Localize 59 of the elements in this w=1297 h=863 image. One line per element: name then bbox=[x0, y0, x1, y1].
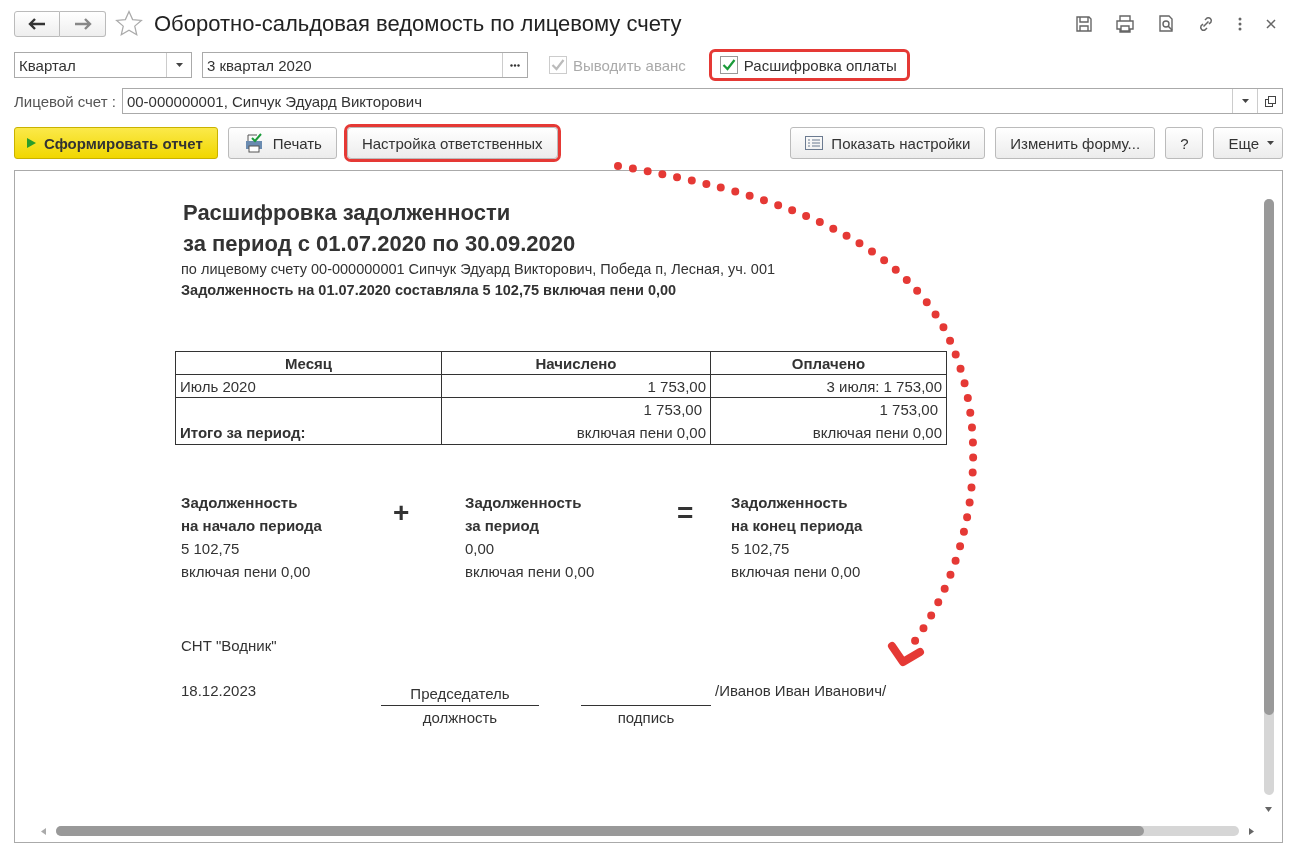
checkbox[interactable] bbox=[719, 56, 738, 74]
total-paid-cell: 1 753,00 включая пени 0,00 bbox=[710, 397, 947, 445]
arrow-right-icon bbox=[73, 18, 92, 30]
checkbox-option[interactable]: Расшифровка оплаты bbox=[708, 49, 910, 81]
column-header: Месяц bbox=[175, 351, 442, 375]
star-icon[interactable] bbox=[114, 9, 144, 39]
report-date: 18.12.2023 bbox=[181, 682, 258, 699]
account-field[interactable]: 00-000000001, Сипчук Эдуард Викторович bbox=[121, 88, 1283, 114]
organization-name: СНТ "Водник" bbox=[181, 637, 278, 654]
period-type-select[interactable]: Квартал bbox=[14, 52, 192, 78]
operator-sign: = bbox=[677, 496, 695, 530]
scroll-down-icon[interactable] bbox=[1265, 807, 1272, 812]
field-label: Лицевой счет : bbox=[14, 92, 116, 110]
preview-icon[interactable] bbox=[1157, 15, 1175, 33]
total-label-cell: Итого за период: bbox=[175, 397, 442, 445]
back-button[interactable] bbox=[14, 11, 60, 37]
debt-summary-text: Задолженность за период 0,00 включая пени 0,00 bbox=[465, 493, 596, 582]
play-icon bbox=[27, 138, 36, 148]
dropdown-icon bbox=[175, 63, 183, 67]
report-heading: за период с 01.07.2020 по 30.09.2020 bbox=[183, 230, 577, 258]
save-icon[interactable] bbox=[1075, 15, 1093, 33]
generate-report-button[interactable]: Сформировать отчет bbox=[14, 127, 218, 159]
opening-debt-text: Задолженность на 01.07.2020 составляла 5 102,75 включая пени 0,00 bbox=[181, 281, 678, 300]
column-header: Оплачено bbox=[710, 351, 947, 375]
toolbar-button[interactable]: Настройка ответственных bbox=[346, 127, 558, 159]
table-cell: Июль 2020 bbox=[175, 374, 442, 398]
link-icon[interactable] bbox=[1197, 15, 1215, 33]
column-header: Начислено bbox=[441, 351, 711, 375]
table-cell: 1 753,00 bbox=[441, 374, 711, 398]
print-icon[interactable] bbox=[1115, 15, 1135, 33]
signature-caption: подпись bbox=[617, 708, 675, 728]
debt-summary-text: Задолженность на конец периода 5 102,75 включая пени 0,00 bbox=[731, 493, 864, 582]
list-icon bbox=[805, 136, 824, 150]
period-field[interactable]: 3 квартал 2020 bbox=[202, 52, 528, 78]
more-icon[interactable] bbox=[1237, 16, 1243, 32]
operator-sign: + bbox=[393, 496, 411, 530]
toolbar-button[interactable]: ? bbox=[1165, 127, 1204, 159]
horizontal-scrollbar[interactable] bbox=[56, 826, 1239, 836]
position-value: Председатель bbox=[381, 682, 539, 706]
table-cell: 3 июля: 1 753,00 bbox=[710, 374, 947, 398]
signer-name: /Иванов Иван Иванович/ bbox=[715, 682, 887, 699]
settings-button[interactable]: Показать настройки bbox=[790, 127, 986, 159]
report-subtitle: по лицевому счету 00-000000001 Сипчук Эдуард Викторович, Победа п, Лесная, уч. 001 bbox=[181, 260, 777, 279]
close-icon[interactable] bbox=[1265, 18, 1277, 30]
more-button[interactable]: Еще bbox=[1213, 127, 1283, 159]
open-icon bbox=[1264, 95, 1276, 107]
toolbar-button[interactable]: Изменить форму... bbox=[995, 127, 1156, 159]
vertical-scrollbar[interactable] bbox=[1264, 199, 1274, 795]
ellipsis-icon bbox=[510, 63, 520, 67]
print-button[interactable]: Печать bbox=[227, 127, 337, 159]
total-accrued-cell: 1 753,00 включая пени 0,00 bbox=[441, 397, 711, 445]
debt-summary-text: Задолженность на начало периода 5 102,75 включая пени 0,00 bbox=[181, 493, 323, 582]
caret-icon bbox=[1267, 141, 1274, 145]
dropdown-icon bbox=[1241, 99, 1249, 103]
position-caption: должность bbox=[422, 708, 498, 728]
window-title: Оборотно-сальдовая ведомость по лицевому счету bbox=[154, 11, 682, 37]
report-heading: Расшифровка задолженности bbox=[183, 199, 512, 227]
arrow-left-icon bbox=[28, 18, 46, 30]
scroll-right-icon[interactable] bbox=[1249, 827, 1254, 835]
